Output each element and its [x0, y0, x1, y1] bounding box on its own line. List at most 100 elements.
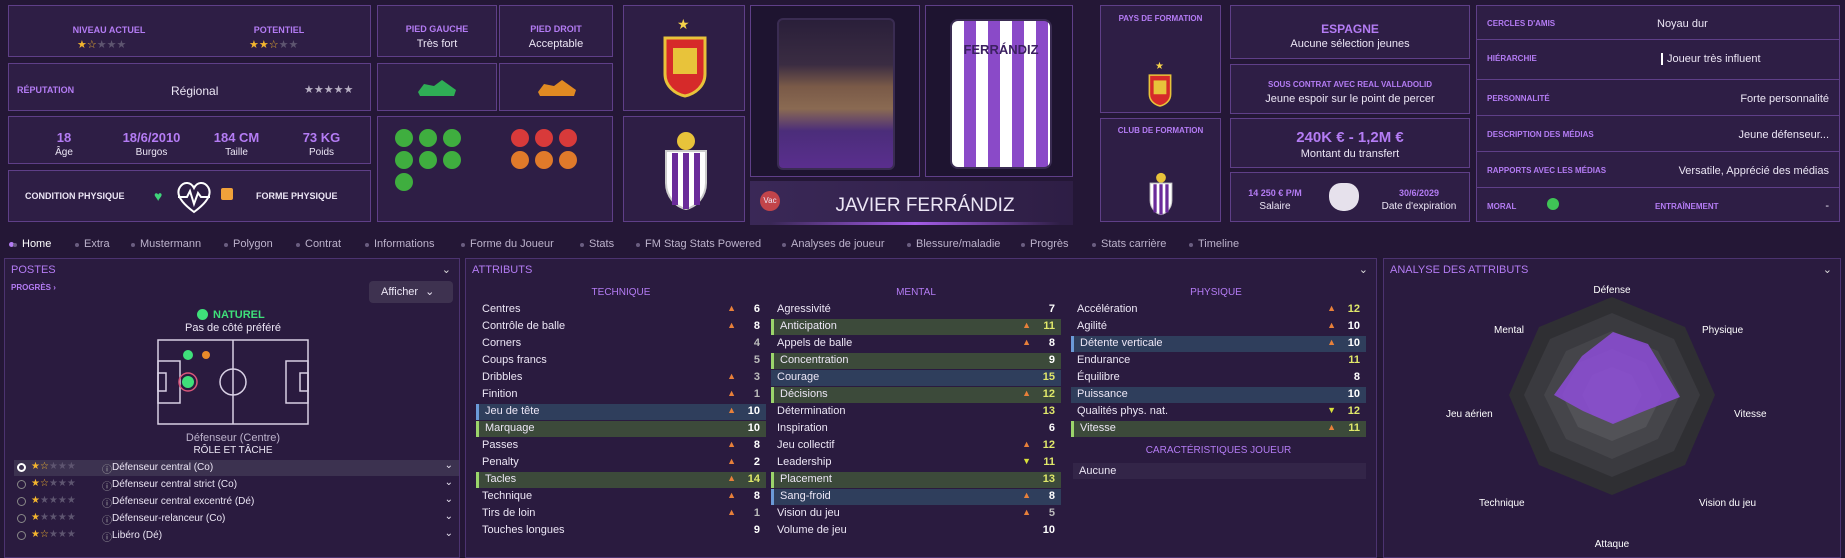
tab-informations[interactable]: Informations: [365, 238, 435, 250]
tab-forme[interactable]: Forme du Joueur: [461, 238, 554, 250]
attribute-name: Penalty: [482, 456, 519, 468]
morale-icon: [1547, 198, 1559, 210]
arrow-up-icon: ▲: [1327, 422, 1336, 432]
tab-stats-carriere[interactable]: Stats carrière: [1091, 238, 1166, 250]
hierarchy-bar-icon: [1661, 53, 1663, 65]
progress-link[interactable]: PROGRÈS ›: [11, 283, 56, 292]
tab-timeline[interactable]: Timeline: [1188, 238, 1239, 250]
info-icon[interactable]: ⓘ: [102, 495, 112, 510]
role-name: Défenseur central excentré (Dé): [112, 496, 255, 507]
tab-stats[interactable]: Stats: [579, 238, 614, 250]
radio-icon[interactable]: [17, 480, 26, 489]
attribute-value: 12: [1347, 303, 1360, 315]
attribute-row: Endurance 11: [1071, 353, 1366, 369]
attribute-value: 12: [1042, 388, 1055, 400]
attribute-value: 8: [1048, 490, 1055, 502]
chevron-down-icon[interactable]: ⌄: [445, 477, 453, 488]
natural-dot: [197, 309, 208, 320]
right-foot-value: Acceptable: [528, 38, 584, 50]
attribute-row: Dribbles 3 ▲: [476, 370, 766, 386]
role-row[interactable]: ★★★★★ ⓘ Défenseur-relanceur (Co) ⌄: [14, 511, 459, 527]
right-foot-box: PIED DROIT Acceptable: [499, 5, 613, 57]
tab-extra[interactable]: Extra: [75, 238, 110, 250]
chevron-down-icon[interactable]: ⌄: [1359, 263, 1368, 276]
training-club-box: CLUB DE FORMATION: [1100, 118, 1221, 222]
info-icon[interactable]: ⓘ: [102, 461, 112, 476]
reputation-box: RÉPUTATION Régional ★★★★★: [8, 63, 371, 111]
role-row[interactable]: ★☆★★★ ⓘ Libéro (Dé) ⌄: [14, 528, 459, 544]
attribute-name: Finition: [482, 388, 518, 400]
radio-icon[interactable]: [17, 531, 26, 540]
tab-progres[interactable]: Progrès: [1021, 238, 1069, 250]
chevron-down-icon[interactable]: ⌄: [445, 494, 453, 505]
left-boot-icon: [418, 80, 456, 96]
info-icon[interactable]: ⓘ: [102, 529, 112, 544]
info-box: CERCLES D'AMIS Noyau dur HIÉRARCHIE Joue…: [1476, 5, 1840, 222]
ability-box: NIVEAU ACTUEL ★☆★★★ POTENTIEL ★★☆★★: [8, 5, 371, 57]
training-nation-label: PAYS DE FORMATION: [1118, 14, 1203, 23]
chevron-down-icon[interactable]: ⌄: [445, 511, 453, 522]
attribute-row: Jeu collectif 12 ▲: [771, 438, 1061, 454]
attribute-name: Tirs de loin: [482, 507, 536, 519]
money-bag-icon: [1329, 183, 1359, 211]
condition-label: CONDITION PHYSIQUE: [25, 191, 125, 201]
pitch: [157, 339, 309, 425]
attribute-value: 8: [1353, 371, 1360, 383]
arrow-up-icon: ▲: [1022, 439, 1031, 449]
attribute-name: Appels de balle: [777, 337, 853, 349]
attribute-row: Finition 1 ▲: [476, 387, 766, 403]
traits-value: Aucune: [1073, 463, 1366, 479]
role-row[interactable]: ★★★★★ ⓘ Défenseur central excentré (Dé) …: [14, 494, 459, 510]
attribute-name: Dribbles: [482, 371, 523, 383]
tab-analyses[interactable]: Analyses de joueur: [782, 238, 885, 250]
axis-attaque: Attaque: [1595, 539, 1630, 550]
role-row[interactable]: ★☆★★★ ⓘ Défenseur central strict (Co) ⌄: [14, 477, 459, 493]
attribute-name: Équilibre: [1077, 371, 1120, 383]
attribute-value: 9: [1048, 354, 1055, 366]
tab-polygon[interactable]: Polygon: [224, 238, 273, 250]
attribute-value: 8: [1048, 337, 1055, 349]
tab-mustermann[interactable]: Mustermann: [130, 238, 201, 250]
expiry-label: Date d'expiration: [1381, 201, 1457, 212]
chevron-down-icon[interactable]: ⌄: [445, 528, 453, 539]
radio-icon[interactable]: [17, 497, 26, 506]
training-nation-box: PAYS DE FORMATION ★: [1100, 5, 1221, 113]
show-button[interactable]: Afficher ⌄: [369, 281, 453, 303]
chevron-down-icon[interactable]: ⌄: [442, 263, 451, 276]
attribute-value: 10: [747, 422, 760, 434]
attribute-value: 11: [1043, 456, 1055, 468]
selected-role: Défenseur (Centre): [185, 432, 281, 444]
nation-name: ESPAGNE: [1321, 22, 1379, 36]
attribute-value: 4: [753, 337, 760, 349]
role-row[interactable]: ★☆★★★ ⓘ Défenseur central (Co) ⌄: [14, 460, 459, 476]
salary-box: 14 250 € P/M Salaire 30/6/2029 Date d'ex…: [1230, 172, 1470, 222]
nation-flag-box: ★: [623, 5, 745, 111]
attribute-row: Penalty 2 ▲: [476, 455, 766, 471]
radio-selected-icon[interactable]: [17, 463, 26, 472]
salary-label: Salaire: [1259, 201, 1291, 212]
attribute-name: Concentration: [780, 354, 849, 366]
arrow-up-icon: ▲: [727, 456, 736, 466]
tab-blessure[interactable]: Blessure/maladie: [906, 238, 1000, 250]
attribute-row: Concentration 9: [771, 353, 1061, 369]
info-icon[interactable]: ⓘ: [102, 478, 112, 493]
attribute-row: Passes 8 ▲: [476, 438, 766, 454]
valladolid-crest: [665, 132, 707, 211]
attribute-name: Corners: [482, 337, 522, 349]
info-value: Versatile, Apprécié des médias: [1678, 165, 1829, 177]
attribute-value: 10: [1347, 337, 1360, 349]
birthdate-value: 18/6/2010: [122, 130, 181, 145]
tab-fm-stag[interactable]: FM Stag Stats Powered: [635, 238, 761, 250]
chevron-down-icon[interactable]: ⌄: [445, 460, 453, 471]
bio-box: 18 Âge 18/6/2010 Burgos 184 CM Taille 73 KG…: [8, 116, 371, 164]
info-icon[interactable]: ⓘ: [102, 512, 112, 527]
valladolid-small-crest: [1149, 172, 1173, 216]
attribute-row: Volume de jeu 10: [771, 523, 1061, 539]
tab-home[interactable]: Home: [12, 238, 51, 250]
tab-contrat[interactable]: Contrat: [295, 238, 341, 250]
level-label: NIVEAU ACTUEL: [72, 25, 146, 35]
radio-icon[interactable]: [17, 514, 26, 523]
shirt-name: FERRÁNDIZ: [963, 42, 1039, 57]
vac-badge[interactable]: Vac: [760, 191, 780, 211]
info-label: RAPPORTS AVEC LES MÉDIAS: [1487, 166, 1607, 175]
